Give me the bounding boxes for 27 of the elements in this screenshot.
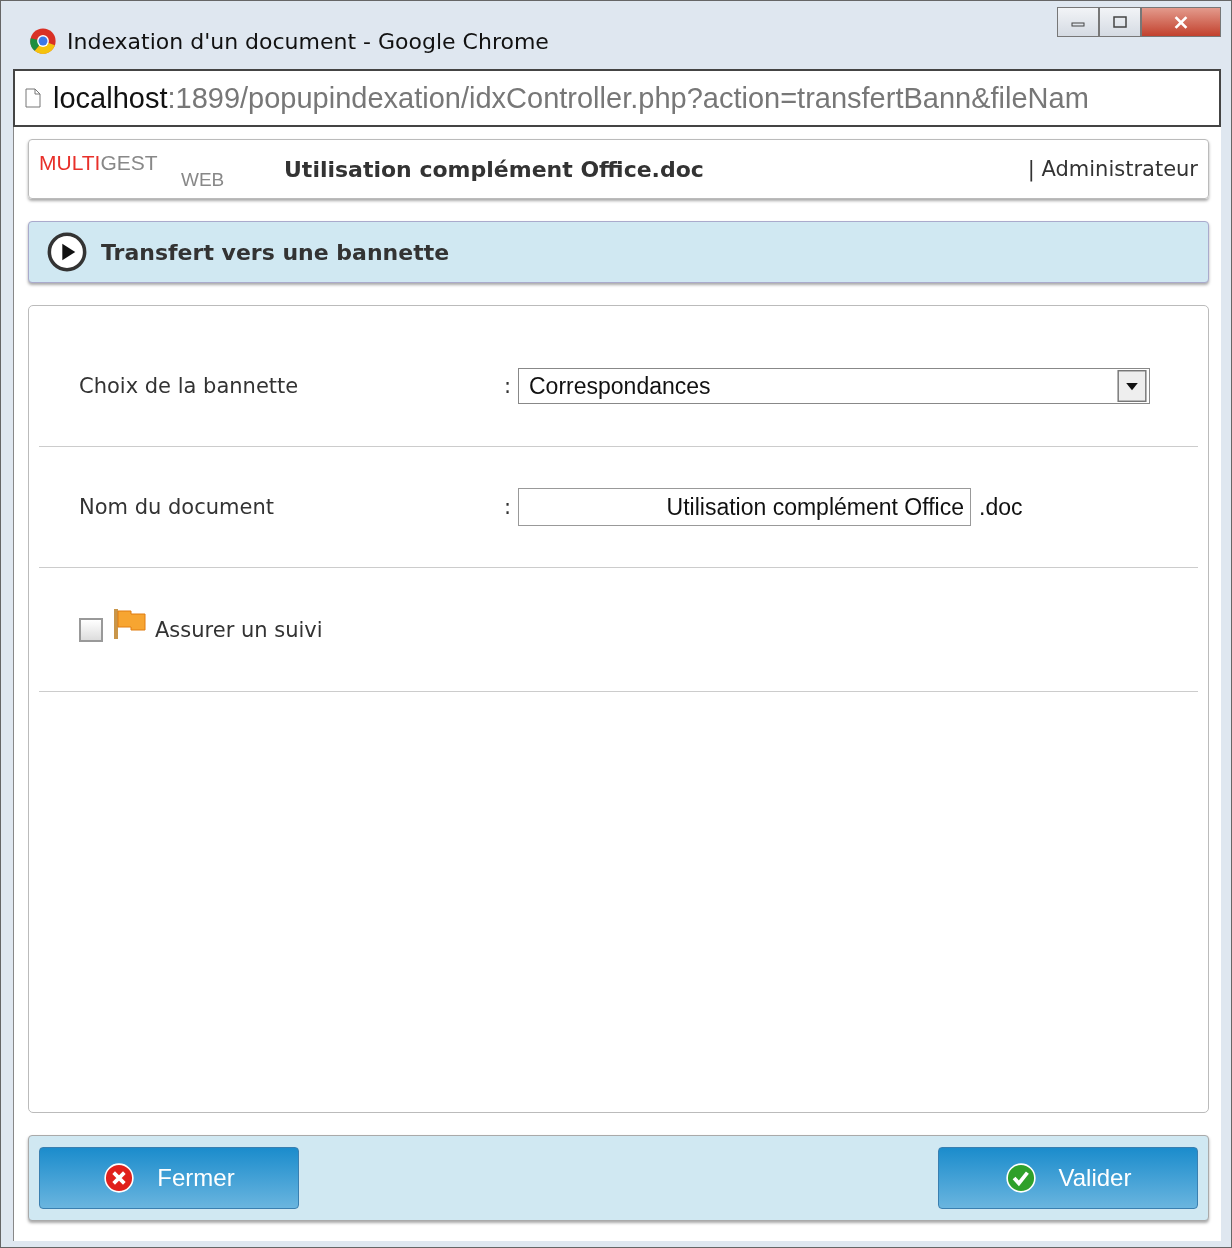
file-extension: .doc [979, 493, 1023, 521]
field-label: Nom du document [79, 495, 275, 519]
window-title: Indexation d'un document - Google Chrome [67, 28, 549, 54]
maximize-icon [1113, 16, 1127, 28]
colon: : [504, 374, 513, 398]
browser-logo-icon [29, 27, 57, 55]
document-title: Utilisation complément Office.doc [284, 156, 705, 182]
address-bar[interactable]: localhost:1899/popupindexation/idxController.php?action=transfertBann&fileNam [13, 69, 1221, 127]
field-label: Choix de la bannette [79, 374, 300, 398]
maximize-button[interactable] [1099, 7, 1141, 37]
section-title: Transfert vers une bannette [101, 239, 450, 265]
colon: : [504, 495, 513, 519]
page-icon [25, 87, 41, 109]
check-icon [1004, 1162, 1037, 1194]
flag-icon [113, 607, 147, 640]
dropdown[interactable]: Correspondances [518, 368, 1150, 404]
checkbox-label: Assurer un suivi [155, 617, 323, 642]
document-name-field[interactable]: Utilisation complément Office [518, 488, 971, 526]
minimize-button[interactable] [1057, 7, 1099, 37]
close-button[interactable] [1141, 7, 1221, 37]
error-icon [103, 1162, 136, 1194]
play-icon [47, 232, 87, 272]
url-text: localhost:1899/popupindexation/idxController.php?action=transfertBann&fileNam [53, 81, 1089, 115]
checkbox[interactable] [79, 617, 103, 642]
logo: MULTIGEST WEB [39, 150, 226, 191]
close-icon [1173, 15, 1189, 29]
user-name: | Administrateur [1027, 157, 1198, 181]
